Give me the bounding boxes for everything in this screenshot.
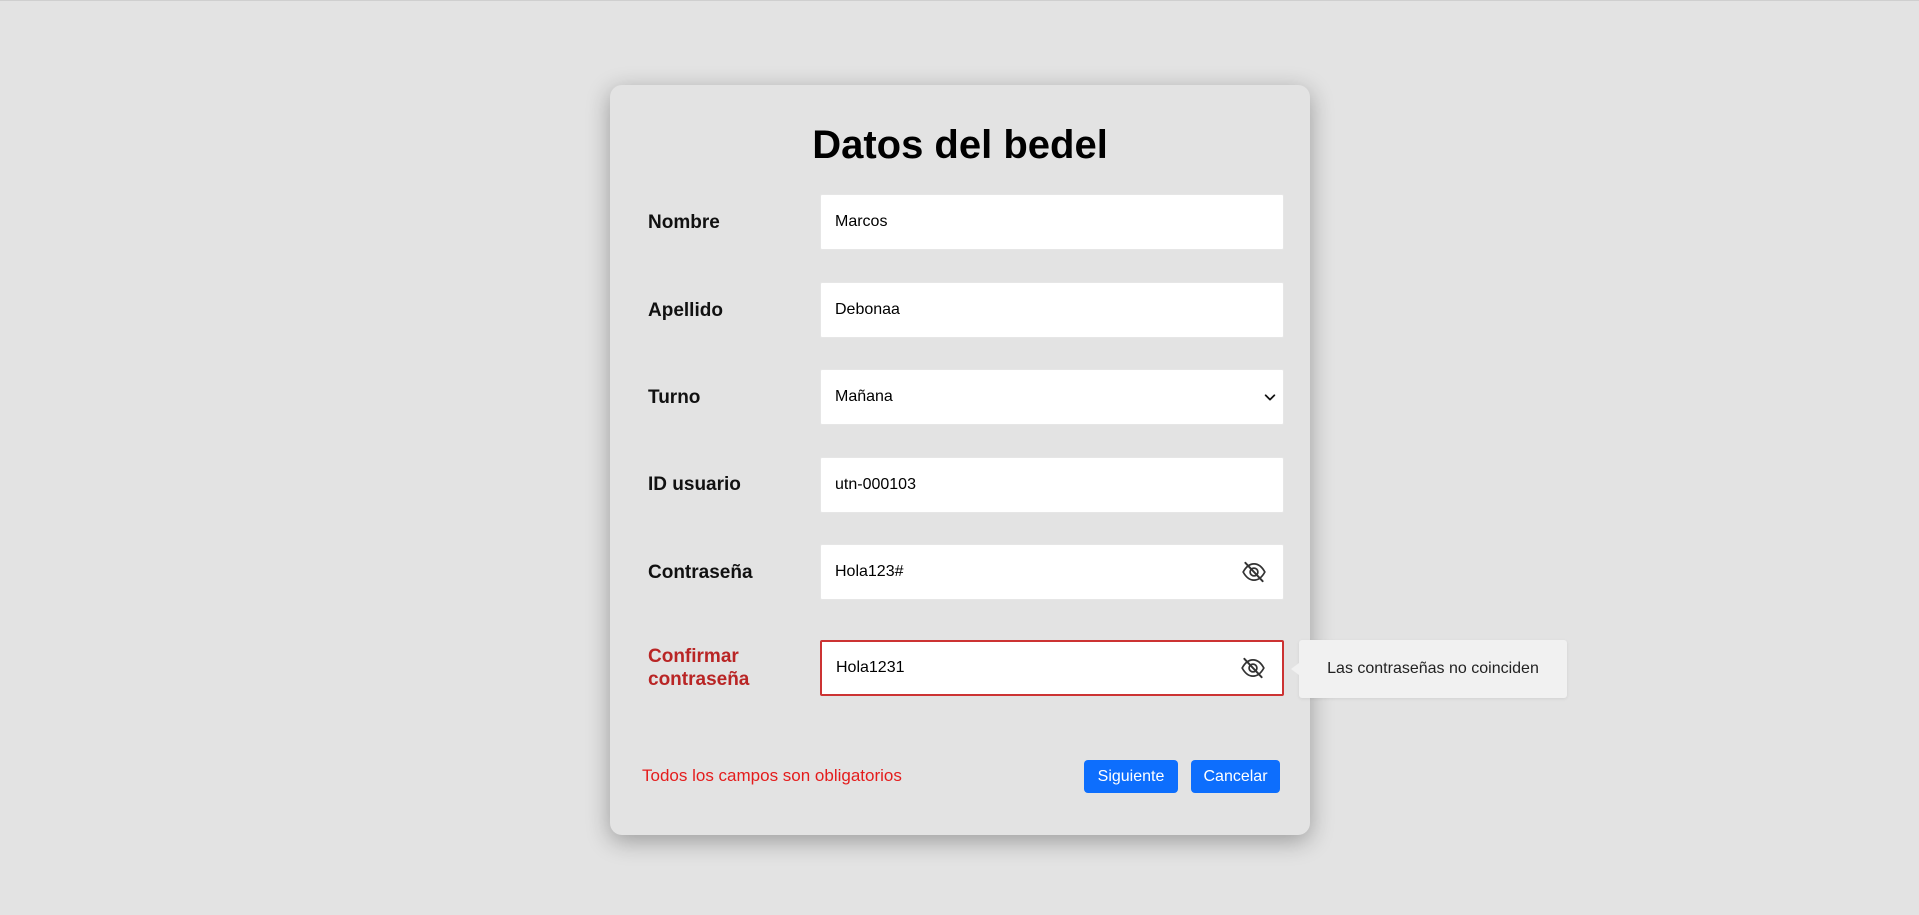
confirmar-field[interactable]: Hola1231 bbox=[820, 640, 1284, 696]
nombre-value: Marcos bbox=[835, 213, 888, 230]
apellido-value: Debonaa bbox=[835, 301, 900, 318]
next-button[interactable]: Siguiente bbox=[1084, 760, 1178, 793]
eye-slash-icon[interactable] bbox=[1240, 655, 1266, 681]
form-title: Datos del bedel bbox=[812, 123, 1108, 167]
eye-slash-icon[interactable] bbox=[1241, 559, 1267, 585]
apellido-field[interactable]: Debonaa bbox=[820, 282, 1284, 338]
turno-value: Mañana bbox=[835, 388, 893, 405]
id-usuario-label: ID usuario bbox=[648, 474, 741, 495]
confirmar-label: Confirmar contraseña bbox=[648, 645, 749, 691]
required-fields-note: Todos los campos son obligatorios bbox=[642, 766, 902, 785]
contrasena-field[interactable]: Hola123# bbox=[820, 544, 1284, 600]
contrasena-value: Hola123# bbox=[835, 563, 904, 580]
apellido-label: Apellido bbox=[648, 300, 723, 321]
confirmar-label-line1: Confirmar bbox=[648, 646, 739, 667]
nombre-field[interactable]: Marcos bbox=[820, 194, 1284, 250]
confirmar-label-line2: contraseña bbox=[648, 669, 750, 690]
bedel-form-card: Datos del bedel Nombre Marcos Apellido D… bbox=[610, 85, 1310, 835]
contrasena-label: Contraseña bbox=[648, 562, 753, 583]
chevron-down-icon bbox=[1264, 394, 1276, 401]
turno-label: Turno bbox=[648, 387, 701, 408]
confirmar-value: Hola1231 bbox=[836, 659, 905, 676]
id-usuario-value: utn-000103 bbox=[835, 476, 916, 493]
window-top-border bbox=[0, 0, 1919, 1]
password-mismatch-tooltip: Las contraseñas no coinciden bbox=[1291, 640, 1567, 698]
turno-select[interactable]: Mañana bbox=[820, 369, 1284, 425]
nombre-label: Nombre bbox=[648, 212, 720, 233]
cancel-button[interactable]: Cancelar bbox=[1191, 760, 1280, 793]
id-usuario-field[interactable]: utn-000103 bbox=[820, 457, 1284, 513]
